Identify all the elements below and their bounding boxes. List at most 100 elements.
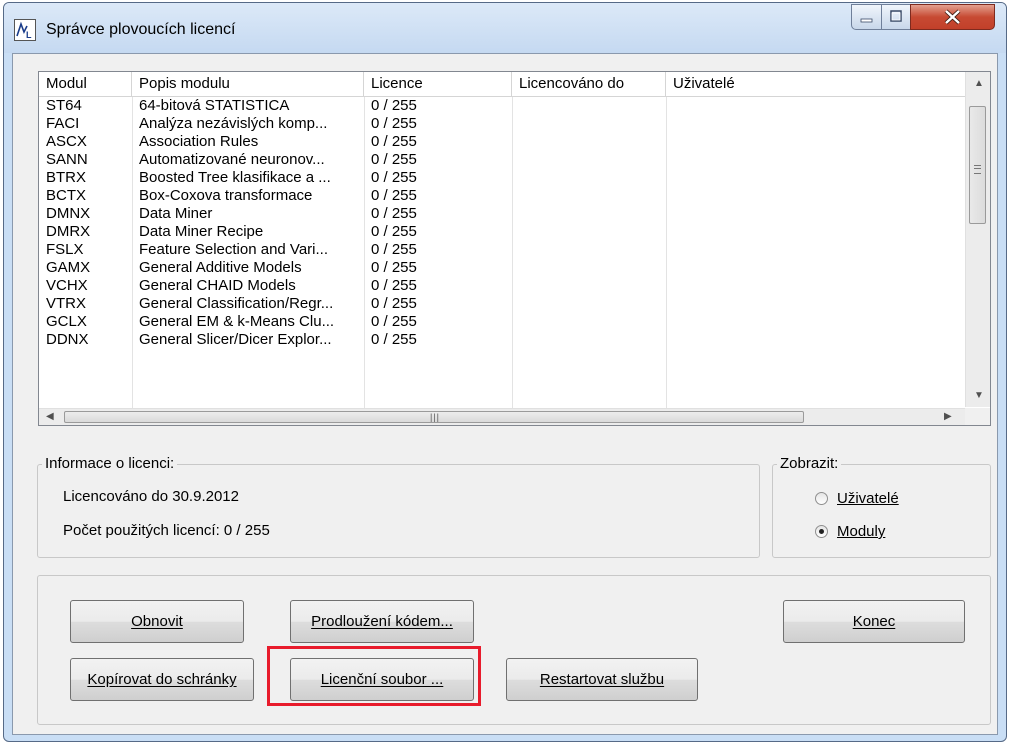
scroll-left-icon[interactable]: ◀ — [46, 411, 54, 422]
column-header-users[interactable]: Uživatelé — [666, 72, 965, 96]
table-row[interactable]: FSLX Feature Selection and Vari... 0 / 255 — [39, 241, 965, 259]
license-manager-window: L Správce plovoucích licencí Modul Popis… — [3, 2, 1007, 742]
cell-description: Boosted Tree klasifikace a ... — [139, 169, 331, 186]
cell-licence: 0 / 255 — [371, 97, 417, 114]
extend-by-code-button[interactable]: Prodloužení kódem... — [290, 600, 474, 643]
cell-licence: 0 / 255 — [371, 223, 417, 240]
cell-module: VCHX — [46, 277, 88, 294]
vertical-scroll-thumb[interactable] — [969, 106, 986, 224]
cell-licence: 0 / 255 — [371, 241, 417, 258]
table-row[interactable]: DMRX Data Miner Recipe 0 / 255 — [39, 223, 965, 241]
cell-description: Data Miner Recipe — [139, 223, 264, 240]
list-rows: ST64 64-bitová STATISTICA 0 / 255 FACI Analý… — [39, 97, 965, 349]
license-info-group: Informace o licenci: Licencováno do 30.9… — [37, 455, 760, 558]
table-row[interactable]: BTRX Boosted Tree klasifikace a ... 0 / 25… — [39, 169, 965, 187]
cell-licence: 0 / 255 — [371, 313, 417, 330]
cell-module: SANN — [46, 151, 88, 168]
cell-module: GCLX — [46, 313, 87, 330]
radio-modules[interactable] — [815, 525, 828, 538]
radio-users[interactable] — [815, 492, 828, 505]
cell-description: General Additive Models — [139, 259, 302, 276]
close-window-button[interactable] — [910, 4, 995, 30]
scrollbar-corner — [965, 408, 990, 425]
list-header: Modul Popis modulu Licence Licencováno d… — [39, 72, 965, 97]
cell-licence: 0 / 255 — [371, 331, 417, 348]
radio-users-label[interactable]: Uživatelé — [837, 490, 899, 507]
table-row[interactable]: ASCX Association Rules 0 / 255 — [39, 133, 965, 151]
actions-group — [37, 575, 991, 725]
cell-description: Association Rules — [139, 133, 259, 150]
licensed-until-text: Licencováno do 30.9.2012 — [63, 488, 239, 505]
scroll-right-icon[interactable]: ▶ — [944, 411, 952, 422]
horizontal-scroll-thumb[interactable]: ||| — [64, 411, 804, 423]
cell-module: ST64 — [46, 97, 82, 114]
cell-licence: 0 / 255 — [371, 259, 417, 276]
cell-description: Automatizované neuronov... — [139, 151, 325, 168]
table-row[interactable]: BCTX Box-Coxova transformace 0 / 255 — [39, 187, 965, 205]
cell-module: BTRX — [46, 169, 87, 186]
cell-description: Data Miner — [139, 205, 213, 222]
table-row[interactable]: GAMX General Additive Models 0 / 255 — [39, 259, 965, 277]
close-button[interactable]: Konec — [783, 600, 965, 643]
cell-module: VTRX — [46, 295, 87, 312]
svg-text:L: L — [26, 30, 32, 40]
cell-module: DMRX — [46, 223, 91, 240]
vertical-scrollbar[interactable]: ▲ ▼ — [965, 72, 990, 407]
highlight-box — [267, 646, 481, 706]
table-row[interactable]: GCLX General EM & k-Means Clu... 0 / 255 — [39, 313, 965, 331]
cell-module: FSLX — [46, 241, 84, 258]
scroll-up-icon[interactable]: ▲ — [974, 78, 984, 89]
close-icon — [944, 9, 961, 25]
table-row[interactable]: DMNX Data Miner 0 / 255 — [39, 205, 965, 223]
cell-module: BCTX — [46, 187, 87, 204]
grip-icon — [974, 165, 981, 174]
refresh-button[interactable]: Obnovit — [70, 600, 244, 643]
table-row[interactable]: FACI Analýza nezávislých komp... 0 / 255 — [39, 115, 965, 133]
cell-licence: 0 / 255 — [371, 295, 417, 312]
table-row[interactable]: ST64 64-bitová STATISTICA 0 / 255 — [39, 97, 965, 115]
cell-description: General Classification/Regr... — [139, 295, 334, 312]
view-legend: Zobrazit: — [777, 455, 842, 473]
cell-description: General Slicer/Dicer Explor... — [139, 331, 332, 348]
view-group: Zobrazit: Uživatelé Moduly — [772, 455, 991, 558]
cell-licence: 0 / 255 — [371, 133, 417, 150]
cell-description: General EM & k-Means Clu... — [139, 313, 335, 330]
cell-licence: 0 / 255 — [371, 151, 417, 168]
restart-service-button[interactable]: Restartovat službu — [506, 658, 698, 701]
title-bar[interactable]: L Správce plovoucích licencí — [4, 3, 1006, 53]
maximize-button[interactable] — [881, 4, 911, 30]
table-row[interactable]: SANN Automatizované neuronov... 0 / 255 — [39, 151, 965, 169]
table-row[interactable]: DDNX General Slicer/Dicer Explor... 0 / 25… — [39, 331, 965, 349]
cell-licence: 0 / 255 — [371, 115, 417, 132]
column-header-licence[interactable]: Licence — [364, 72, 512, 96]
module-list[interactable]: Modul Popis modulu Licence Licencováno d… — [38, 71, 991, 426]
maximize-icon — [890, 10, 902, 22]
cell-description: 64-bitová STATISTICA — [139, 97, 290, 114]
column-header-module[interactable]: Modul — [39, 72, 132, 96]
minimize-button[interactable] — [851, 4, 882, 30]
cell-module: GAMX — [46, 259, 91, 276]
scroll-down-icon[interactable]: ▼ — [974, 390, 984, 401]
horizontal-scrollbar[interactable]: ◀ ||| ▶ — [39, 408, 965, 425]
cell-licence: 0 / 255 — [371, 277, 417, 294]
cell-description: General CHAID Models — [139, 277, 296, 294]
used-licenses-text: Počet použitých licencí: 0 / 255 — [63, 522, 270, 539]
window-title: Správce plovoucích licencí — [46, 21, 236, 38]
cell-module: DDNX — [46, 331, 89, 348]
copy-to-clipboard-button[interactable]: Kopírovat do schránky — [70, 658, 254, 701]
radio-modules-label[interactable]: Moduly — [837, 523, 885, 540]
statistica-license-icon[interactable]: L — [14, 19, 36, 41]
cell-module: DMNX — [46, 205, 91, 222]
table-row[interactable]: VTRX General Classification/Regr... 0 / 25… — [39, 295, 965, 313]
cell-licence: 0 / 255 — [371, 169, 417, 186]
cell-licence: 0 / 255 — [371, 205, 417, 222]
cell-description: Feature Selection and Vari... — [139, 241, 328, 258]
column-header-licensed-until[interactable]: Licencováno do — [512, 72, 666, 96]
license-info-legend: Informace o licenci: — [42, 455, 178, 473]
dialog-client-area: Modul Popis modulu Licence Licencováno d… — [12, 53, 998, 735]
table-row[interactable]: VCHX General CHAID Models 0 / 255 — [39, 277, 965, 295]
cell-licence: 0 / 255 — [371, 187, 417, 204]
minimize-icon — [860, 18, 873, 23]
column-header-description[interactable]: Popis modulu — [132, 72, 364, 96]
grip-icon: ||| — [430, 412, 441, 422]
